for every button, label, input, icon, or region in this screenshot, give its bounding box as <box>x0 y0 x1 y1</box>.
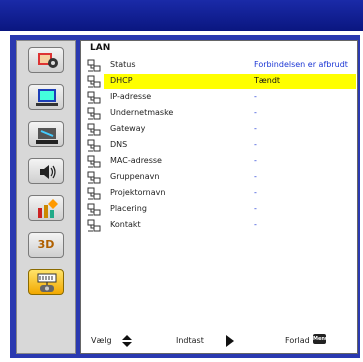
up-down-arrow-icon <box>122 335 132 347</box>
menu-item-label: Status <box>110 60 136 69</box>
volume-icon <box>40 165 56 179</box>
menu-item-label: DHCP <box>110 76 133 85</box>
display-settings-icon <box>36 89 58 106</box>
menu-item-label: Projektornavn <box>110 188 166 197</box>
menu-item-contact[interactable]: Kontakt - <box>86 218 356 233</box>
sidebar: 3D <box>16 40 76 354</box>
network-icon <box>87 171 101 184</box>
footer-hints: Vælg Indtast Forlad Menu <box>81 333 357 349</box>
image-settings-icon <box>38 53 58 68</box>
menu-item-projector-name[interactable]: Projektornavn - <box>86 186 356 201</box>
exit-hint-label: Forlad <box>285 336 310 345</box>
network-icon <box>87 203 101 216</box>
menu-item-mac-address[interactable]: MAC-adresse - <box>86 154 356 169</box>
menu-item-value: Tændt <box>254 76 281 85</box>
enter-hint-label: Indtast <box>176 336 204 345</box>
tab-3d[interactable]: 3D <box>28 232 64 258</box>
menu-item-value: - <box>254 188 257 197</box>
menu-item-label: Placering <box>110 204 147 213</box>
lan-submenu: LAN Status Forbindelsen er afbrudt DHCP … <box>80 40 358 354</box>
network-icon <box>87 187 101 200</box>
network-icon <box>87 75 101 88</box>
menu-item-label: DNS <box>110 140 128 149</box>
menu-item-label: Gruppenavn <box>110 172 160 181</box>
menu-item-label: MAC-adresse <box>110 156 162 165</box>
menu-item-value: - <box>254 156 257 165</box>
tab-lan[interactable] <box>28 269 64 295</box>
3d-icon: 3D <box>37 238 55 251</box>
menu-item-value: - <box>254 92 257 101</box>
menu-item-ip-address[interactable]: IP-adresse - <box>86 90 356 105</box>
title-bar <box>0 0 363 31</box>
network-icon <box>87 107 101 120</box>
network-icon <box>87 139 101 152</box>
tab-image-settings[interactable] <box>28 47 64 73</box>
menu-key-icon: Menu <box>313 334 329 344</box>
network-icon <box>87 123 101 136</box>
selection-highlight <box>104 74 356 89</box>
menu-item-dhcp[interactable]: DHCP Tændt <box>86 74 356 89</box>
menu-item-value: - <box>254 172 257 181</box>
osd-frame: 3D LAN Status Forbindelsen er afbrudt DH… <box>0 0 363 362</box>
menu-item-value: - <box>254 140 257 149</box>
options-icon <box>38 199 58 218</box>
tab-volume[interactable] <box>28 158 64 184</box>
tab-setup[interactable] <box>28 121 64 147</box>
menu-item-value: Forbindelsen er afbrudt <box>254 60 348 69</box>
lan-icon <box>37 273 57 292</box>
network-icon <box>87 155 101 168</box>
menu-item-value: - <box>254 124 257 133</box>
right-arrow-icon <box>226 335 234 347</box>
menu-item-location[interactable]: Placering - <box>86 202 356 217</box>
network-icon <box>87 219 101 232</box>
section-title: LAN <box>90 43 111 53</box>
menu-item-label: IP-adresse <box>110 92 152 101</box>
menu-item-value: - <box>254 108 257 117</box>
menu-item-gateway[interactable]: Gateway - <box>86 122 356 137</box>
menu-item-label: Undernetmaske <box>110 108 174 117</box>
menu-item-label: Kontakt <box>110 220 141 229</box>
menu-item-group-name[interactable]: Gruppenavn - <box>86 170 356 185</box>
tab-options[interactable] <box>28 195 64 221</box>
network-icon <box>87 91 101 104</box>
menu-item-value: - <box>254 220 257 229</box>
network-icon <box>87 59 101 72</box>
menu-item-dns[interactable]: DNS - <box>86 138 356 153</box>
menu-item-status[interactable]: Status Forbindelsen er afbrudt <box>86 58 356 73</box>
menu-item-label: Gateway <box>110 124 146 133</box>
menu-item-value: - <box>254 204 257 213</box>
select-hint-label: Vælg <box>91 336 112 345</box>
tab-display-settings[interactable] <box>28 84 64 110</box>
setup-icon <box>36 128 58 144</box>
menu-item-subnet-mask[interactable]: Undernetmaske - <box>86 106 356 121</box>
